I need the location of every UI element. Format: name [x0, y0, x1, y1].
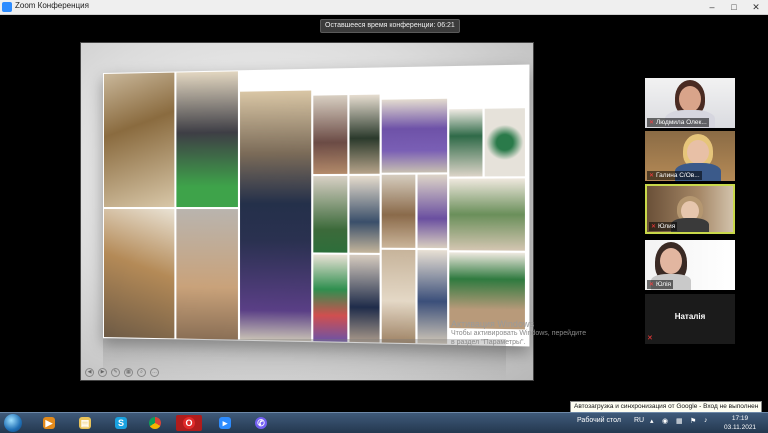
network-icon[interactable]: ▦: [676, 417, 683, 425]
flag-icon[interactable]: ⚑: [690, 417, 696, 425]
collage-photo: [175, 208, 239, 341]
participant-tile[interactable]: ✕ Юлія: [645, 240, 735, 290]
mic-muted-icon: ✕: [647, 335, 653, 342]
collage-reflection: [103, 339, 506, 379]
more-icon[interactable]: …: [150, 368, 159, 377]
mic-muted-icon: ✕: [649, 282, 655, 288]
collage-photo: [312, 94, 349, 176]
taskbar-app[interactable]: S: [108, 415, 134, 431]
clock[interactable]: 17:19 03.11.2021: [724, 414, 756, 432]
chrome-icon: [149, 417, 161, 429]
collage-photo: [238, 89, 313, 343]
pen-icon[interactable]: ✎: [111, 368, 120, 377]
desktop-label[interactable]: Рабочий стол: [577, 417, 621, 424]
mic-muted-icon: ✕: [649, 173, 655, 179]
windows-taskbar: ▶ ▤ S O ▸ ✆ Рабочий стол RU ▴ ◉ ▦ ⚑ ♪ 17…: [0, 412, 768, 433]
mic-muted-icon: ✕: [649, 120, 655, 126]
volume-icon[interactable]: ♪: [704, 417, 708, 424]
zoom-app-icon: [2, 2, 12, 12]
participant-name-label: ✕ Людмила Олек...: [647, 118, 709, 127]
collage-photo: [483, 107, 527, 178]
zoom-icon[interactable]: ⌕: [137, 368, 146, 377]
taskbar-app[interactable]: O: [176, 415, 202, 431]
participant-display-name: Наталія: [674, 312, 706, 321]
windows-activation-watermark: Активация Windows Чтобы активировать Win…: [451, 319, 587, 347]
window-title-bar: Zoom Конференция – □ ✕: [0, 0, 768, 15]
participant-face: [660, 248, 682, 274]
collage-photo: [348, 174, 381, 254]
file-explorer-icon: ▤: [79, 417, 91, 429]
participant-face: [679, 86, 701, 112]
participant-tile-active-speaker[interactable]: ✕ Юлия: [645, 184, 735, 234]
taskbar-app[interactable]: ▸: [212, 415, 238, 431]
taskbar-app[interactable]: [142, 415, 168, 431]
minimize-button[interactable]: –: [701, 0, 723, 14]
slides-icon[interactable]: ▦: [124, 368, 133, 377]
viber-icon: ✆: [255, 417, 267, 429]
window-title: Zoom Конференция: [15, 1, 89, 10]
collage-photo: [380, 173, 417, 249]
shared-screen[interactable]: Активация Windows Чтобы активировать Win…: [80, 42, 586, 381]
collage-photo: [380, 248, 417, 345]
tray-expand-icon[interactable]: ▴: [650, 417, 654, 425]
participant-face: [687, 140, 709, 164]
collage-photo: [416, 248, 449, 345]
taskbar-app[interactable]: ▶: [36, 415, 62, 431]
opera-icon: O: [183, 417, 195, 429]
participant-tile[interactable]: ✕ Людмила Олек...: [645, 78, 735, 128]
collage-photo: [448, 177, 527, 252]
collage-photo: [103, 71, 176, 209]
collage-photo: [448, 107, 484, 178]
slideshow-controls: ◀ ▶ ✎ ▦ ⌕ …: [85, 368, 159, 377]
clock-time: 17:19: [731, 415, 749, 422]
close-button[interactable]: ✕: [745, 0, 767, 14]
clock-date: 03.11.2021: [724, 424, 757, 431]
taskbar-app[interactable]: ✆: [248, 415, 274, 431]
collage-photo: [416, 173, 449, 250]
media-player-icon: ▶: [43, 417, 55, 429]
zoom-icon: ▸: [219, 417, 231, 429]
participant-tile[interactable]: ✕ Галина С/Ов...: [645, 131, 735, 181]
maximize-button[interactable]: □: [723, 0, 745, 14]
language-indicator[interactable]: RU: [634, 417, 644, 424]
collage-photo: [380, 97, 449, 174]
meeting-time-remaining: Оставшееся время конференции: 06:21: [320, 19, 460, 33]
participant-name-label: ✕ Галина С/Ов...: [647, 171, 702, 180]
start-button[interactable]: [4, 414, 22, 432]
slide-next-icon[interactable]: ▶: [98, 368, 107, 377]
participant-name-label: ✕ Юлия: [649, 222, 678, 231]
participant-name-label: ✕ Юлія: [647, 280, 674, 289]
collage-photo: [348, 253, 381, 344]
collage-photo: [348, 93, 381, 175]
collage-photo: [175, 70, 239, 209]
collage-photo: [312, 253, 349, 343]
taskbar-app[interactable]: ▤: [72, 415, 98, 431]
mic-muted-icon: ✕: [651, 224, 657, 230]
slide-prev-icon[interactable]: ◀: [85, 368, 94, 377]
skype-icon: S: [115, 417, 127, 429]
participant-tile[interactable]: Наталія ✕: [645, 294, 735, 344]
collage-photo: [312, 174, 349, 254]
tray-icon[interactable]: ◉: [662, 417, 668, 425]
collage-photo: [103, 208, 176, 340]
photo-collage: [103, 64, 530, 347]
